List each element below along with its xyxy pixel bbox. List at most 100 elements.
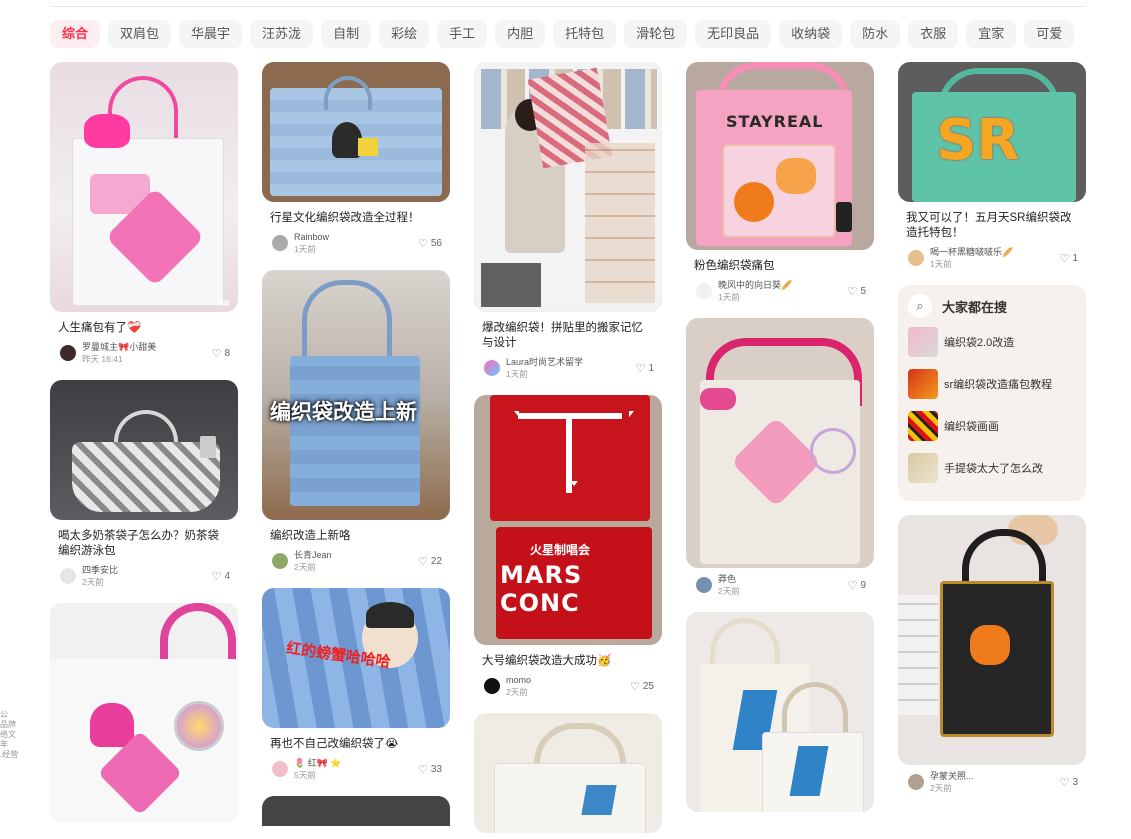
- author-name[interactable]: momo: [506, 675, 630, 685]
- trending-search-item[interactable]: 编织袋2.0改造: [908, 327, 1076, 357]
- tab-category[interactable]: 华晨宇: [179, 20, 243, 48]
- note-cover[interactable]: STAYREAL: [686, 62, 874, 250]
- note-title[interactable]: 再也不自己改编织袋了😭: [270, 737, 442, 752]
- tab-category[interactable]: 衣服: [908, 20, 959, 48]
- note-cover[interactable]: [50, 603, 238, 823]
- note-title[interactable]: 爆改编织袋！拼贴里的搬家记忆与设计: [482, 321, 654, 351]
- note-title[interactable]: 喝太多奶茶袋子怎么办？奶茶袋编织游泳包: [58, 529, 230, 559]
- author-name[interactable]: 孕蒙关照...: [930, 771, 1060, 781]
- note-card[interactable]: 爆改编织袋！拼贴里的搬家记忆与设计 Laura时尚艺术留学 1天前 ♡ 1: [474, 62, 662, 379]
- note-card[interactable]: STAYREAL 粉色编织袋痛包 晚风中的向日葵🥖 1天前 ♡ 5: [686, 62, 874, 302]
- note-card[interactable]: 莽色 2天前 ♡ 9: [686, 318, 874, 596]
- tab-category[interactable]: 手工: [437, 20, 488, 48]
- note-title[interactable]: 我又可以了！五月天SR编织袋改造托特包！: [906, 211, 1078, 241]
- heart-icon: ♡: [211, 570, 222, 583]
- tab-category[interactable]: 双肩包: [108, 20, 172, 48]
- heart-icon: ♡: [847, 285, 858, 298]
- note-meta: 🌷 红🎀 ⭐ 5天前 ♡ 33: [272, 758, 442, 780]
- like-button[interactable]: ♡ 1: [636, 362, 654, 375]
- note-cover[interactable]: [898, 515, 1086, 765]
- like-button[interactable]: ♡ 3: [1060, 776, 1078, 789]
- note-cover[interactable]: 火星制唱会 MARS CONC: [474, 395, 662, 645]
- tab-category[interactable]: 托特包: [553, 20, 617, 48]
- tab-category[interactable]: 收纳袋: [779, 20, 843, 48]
- author-name[interactable]: Rainbow: [294, 232, 418, 242]
- author-name[interactable]: Laura时尚艺术留学: [506, 357, 636, 367]
- tab-category[interactable]: 可爱: [1024, 20, 1075, 48]
- note-cover[interactable]: [686, 612, 874, 812]
- avatar[interactable]: [908, 250, 924, 266]
- note-card[interactable]: 行星文化编织袋改造全过程！ Rainbow 1天前 ♡ 56: [262, 62, 450, 254]
- note-card[interactable]: 人生痛包有了❤️‍🩹 罗曼城主🎀小甜美 昨天 16:41 ♡ 8: [50, 62, 238, 364]
- note-meta: 莽色 2天前 ♡ 9: [696, 574, 866, 596]
- trending-search-item[interactable]: 手提袋太大了怎么改: [908, 453, 1076, 483]
- note-card[interactable]: [50, 603, 238, 823]
- author-name[interactable]: 罗曼城主🎀小甜美: [82, 342, 212, 352]
- feed-column-4: STAYREAL 粉色编织袋痛包 晚风中的向日葵🥖 1天前 ♡ 5 莽色 2天前 ♡ 9: [686, 62, 874, 812]
- trending-search-item[interactable]: 编织袋画画: [908, 411, 1076, 441]
- note-meta: Rainbow 1天前 ♡ 56: [272, 232, 442, 254]
- like-button[interactable]: ♡ 5: [848, 285, 866, 298]
- note-cover[interactable]: 编织袋改造上新: [262, 270, 450, 520]
- tab-category[interactable]: 无印良品: [695, 20, 772, 48]
- like-count: 33: [430, 763, 442, 775]
- note-cover[interactable]: [474, 713, 662, 833]
- like-button[interactable]: ♡ 33: [418, 763, 442, 776]
- note-cover[interactable]: [262, 62, 450, 202]
- note-title[interactable]: 人生痛包有了❤️‍🩹: [58, 321, 230, 336]
- avatar[interactable]: [272, 761, 288, 777]
- note-title[interactable]: 粉色编织袋痛包: [694, 259, 866, 274]
- avatar[interactable]: [60, 345, 76, 361]
- note-card[interactable]: 喝太多奶茶袋子怎么办？奶茶袋编织游泳包 四季安比 2天前 ♡ 4: [50, 380, 238, 587]
- avatar[interactable]: [272, 235, 288, 251]
- author-name[interactable]: 喝一杯黑糖啵啵乐🥖: [930, 247, 1060, 257]
- tab-category[interactable]: 彩绘: [379, 20, 430, 48]
- note-card[interactable]: 火星制唱会 MARS CONC 大号编织袋改造大成功🥳 momo 2天前 ♡ 25: [474, 395, 662, 697]
- avatar[interactable]: [484, 678, 500, 694]
- tab-category[interactable]: 自制: [321, 20, 372, 48]
- note-title[interactable]: 行星文化编织袋改造全过程！: [270, 211, 442, 226]
- avatar[interactable]: [60, 568, 76, 584]
- author-name[interactable]: 莽色: [718, 574, 848, 584]
- note-cover[interactable]: 红的螃蟹哈哈哈: [262, 588, 450, 728]
- note-card[interactable]: 孕蒙关照... 2天前 ♡ 3: [898, 515, 1086, 793]
- note-title[interactable]: 大号编织袋改造大成功🥳: [482, 654, 654, 669]
- like-button[interactable]: ♡ 25: [630, 680, 654, 693]
- note-cover[interactable]: [474, 62, 662, 312]
- note-card[interactable]: 红的螃蟹哈哈哈 再也不自己改编织袋了😭 🌷 红🎀 ⭐ 5天前 ♡ 33: [262, 588, 450, 780]
- avatar[interactable]: [696, 283, 712, 299]
- like-button[interactable]: ♡ 9: [848, 579, 866, 592]
- like-button[interactable]: ♡ 4: [212, 570, 230, 583]
- like-button[interactable]: ♡ 1: [1060, 252, 1078, 265]
- author-name[interactable]: 长青Jean: [294, 550, 418, 560]
- author-name[interactable]: 🌷 红🎀 ⭐: [294, 758, 418, 768]
- note-cover[interactable]: [50, 62, 238, 312]
- note-cover[interactable]: [686, 318, 874, 568]
- post-time: 1天前: [718, 292, 740, 302]
- avatar[interactable]: [696, 577, 712, 593]
- note-cover[interactable]: [50, 380, 238, 520]
- tab-category[interactable]: 防水: [850, 20, 901, 48]
- note-title[interactable]: 编织改造上新咯: [270, 529, 442, 544]
- post-time: 2天前: [294, 562, 316, 572]
- trending-search-item[interactable]: sr编织袋改造痛包教程: [908, 369, 1076, 399]
- note-cover[interactable]: [262, 796, 450, 826]
- tab-category[interactable]: 滑轮包: [624, 20, 688, 48]
- avatar[interactable]: [908, 774, 924, 790]
- like-button[interactable]: ♡ 8: [212, 347, 230, 360]
- author-name[interactable]: 四季安比: [82, 565, 212, 575]
- avatar[interactable]: [484, 360, 500, 376]
- note-card[interactable]: SR 我又可以了！五月天SR编织袋改造托特包！ 喝一杯黑糖啵啵乐🥖 1天前 ♡ 1: [898, 62, 1086, 269]
- note-card[interactable]: 编织袋改造上新 编织改造上新咯 长青Jean 2天前 ♡ 22: [262, 270, 450, 572]
- note-meta: momo 2天前 ♡ 25: [484, 675, 654, 697]
- feed-column-2: 行星文化编织袋改造全过程！ Rainbow 1天前 ♡ 56 编织袋改造上新 编织改…: [262, 62, 450, 826]
- like-button[interactable]: ♡ 22: [418, 555, 442, 568]
- tab-category[interactable]: 综合: [50, 20, 101, 48]
- avatar[interactable]: [272, 553, 288, 569]
- tab-category[interactable]: 内胆: [495, 20, 546, 48]
- note-cover[interactable]: SR: [898, 62, 1086, 202]
- tab-category[interactable]: 汪苏泷: [250, 20, 314, 48]
- tab-category[interactable]: 宜家: [966, 20, 1017, 48]
- like-button[interactable]: ♡ 56: [418, 237, 442, 250]
- author-name[interactable]: 晚风中的向日葵🥖: [718, 280, 848, 290]
